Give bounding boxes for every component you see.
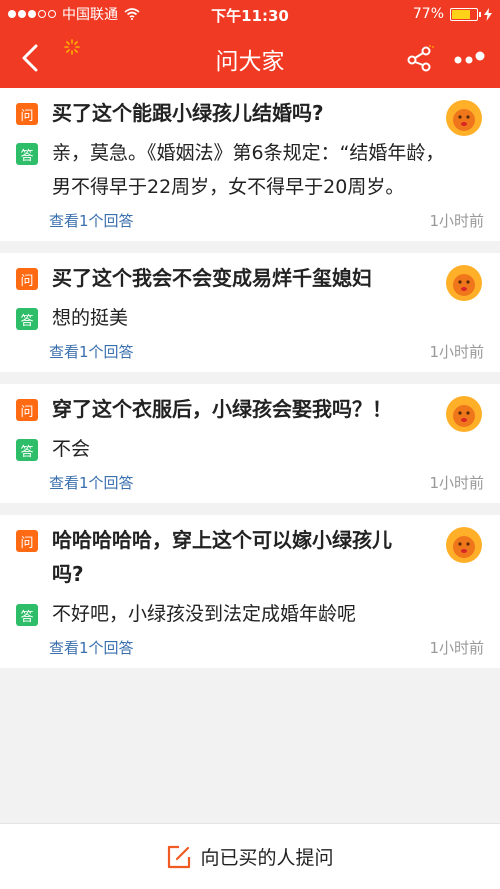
avatar bbox=[446, 100, 482, 136]
answer-text: 不会 bbox=[52, 438, 91, 460]
status-time: 下午11:30 bbox=[211, 7, 289, 25]
answer-badge: 答 bbox=[16, 143, 38, 165]
avatar bbox=[446, 396, 482, 432]
answer-text: 不好吧，小绿孩没到法定成婚年龄呢 bbox=[52, 603, 357, 625]
answer-text: 亲，莫急。《婚姻法》第6条规定：“结婚年龄，男不得早于22周岁，女不得早于20周… bbox=[52, 142, 445, 198]
view-answers-link[interactable]: 查看1个回答 bbox=[49, 210, 134, 231]
answer-badge: 答 bbox=[16, 308, 38, 330]
view-answers-link[interactable]: 查看1个回答 bbox=[49, 472, 134, 493]
view-answers-link[interactable]: 查看1个回答 bbox=[49, 341, 134, 362]
view-answers-link[interactable]: 查看1个回答 bbox=[49, 637, 134, 658]
question-badge: 问 bbox=[16, 399, 38, 421]
question-text: 穿了这个衣服后，小绿孩会娶我吗？！ bbox=[52, 397, 392, 421]
edit-icon bbox=[168, 845, 191, 868]
answer-text: 想的挺美 bbox=[52, 307, 129, 329]
back-arrow-icon bbox=[22, 44, 38, 72]
avatar bbox=[446, 527, 482, 563]
ask-buyers-label: 向已买的人提问 bbox=[200, 847, 334, 869]
timestamp: 1小时前 bbox=[429, 212, 484, 230]
answer-badge: 答 bbox=[16, 439, 38, 461]
share-icon bbox=[407, 45, 434, 72]
status-bar: 中国联通 下午11:30 77% bbox=[0, 0, 500, 28]
more-button[interactable] bbox=[450, 38, 490, 78]
question-card[interactable]: 问 穿了这个衣服后，小绿孩会娶我吗？！ 答 不会 查看1个回答 1小时前 bbox=[0, 384, 500, 503]
battery-icon bbox=[450, 7, 481, 21]
nav-bar: 问大家 bbox=[0, 28, 500, 88]
question-list: 问 买了这个能跟小绿孩儿结婚吗? 答 亲，莫急。《婚姻法》第6条规定：“结婚年龄… bbox=[0, 88, 500, 668]
question-badge: 问 bbox=[16, 103, 38, 125]
question-text: 买了这个我会不会变成易烊千玺媳妇 bbox=[52, 266, 372, 290]
share-button[interactable] bbox=[400, 38, 440, 78]
timestamp: 1小时前 bbox=[429, 639, 484, 657]
question-card[interactable]: 问 买了这个能跟小绿孩儿结婚吗? 答 亲，莫急。《婚姻法》第6条规定：“结婚年龄… bbox=[0, 88, 500, 241]
avatar bbox=[446, 265, 482, 301]
question-text: 哈哈哈哈哈，穿上这个可以嫁小绿孩儿吗? bbox=[52, 528, 392, 586]
answer-badge: 答 bbox=[16, 604, 38, 626]
question-badge: 问 bbox=[16, 530, 38, 552]
question-badge: 问 bbox=[16, 268, 38, 290]
bottom-bar: 向已买的人提问 bbox=[0, 823, 500, 889]
back-button[interactable] bbox=[6, 34, 54, 82]
ask-buyers-button[interactable]: 向已买的人提问 bbox=[166, 843, 334, 870]
timestamp: 1小时前 bbox=[429, 474, 484, 492]
question-card[interactable]: 问 买了这个我会不会变成易烊千玺媳妇 答 想的挺美 查看1个回答 1小时前 bbox=[0, 253, 500, 372]
timestamp: 1小时前 bbox=[429, 343, 484, 361]
question-text: 买了这个能跟小绿孩儿结婚吗? bbox=[52, 101, 324, 125]
question-card[interactable]: 问 哈哈哈哈哈，穿上这个可以嫁小绿孩儿吗? 答 不好吧，小绿孩没到法定成婚年龄呢… bbox=[0, 515, 500, 668]
spinner-icon bbox=[64, 39, 80, 55]
app-header: 中国联通 下午11:30 77% 问大家 bbox=[0, 0, 500, 88]
more-icon bbox=[454, 51, 485, 64]
